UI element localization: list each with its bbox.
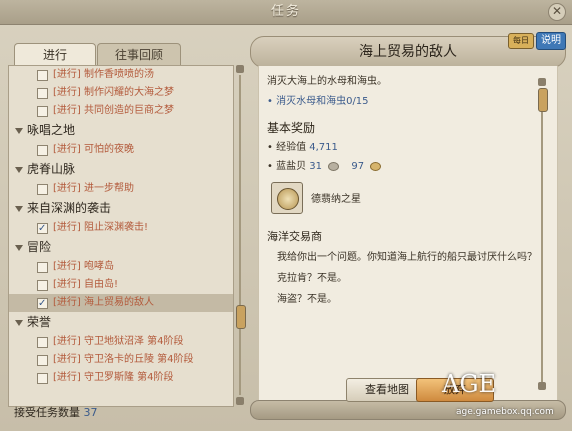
quest-item[interactable]: [进行] 海上贸易的敌人 [9, 294, 233, 313]
dialogue-line: 克拉肯？不是。 [277, 273, 347, 284]
quest-label: [进行] 共同创造的巨商之梦 [53, 105, 174, 116]
currency-silver-value: 31 [309, 161, 322, 172]
quest-detail-scroll: 消灭大海上的水母和海虫。 • 消灭水母和海虫0/15 基本奖励 • 经验值 4,… [258, 66, 558, 406]
tab-in-progress[interactable]: 进行 [14, 43, 96, 66]
category-label: 荣誉 [27, 315, 52, 329]
gold-coin-icon [370, 161, 382, 171]
quest-track-checkbox[interactable] [37, 295, 48, 313]
scroll-up-icon[interactable] [538, 78, 546, 86]
quest-objective: • 消灭水母和海虫0/15 [267, 96, 369, 107]
quest-track-checkbox[interactable] [37, 262, 48, 273]
accepted-quest-count: 接受任务数量 37 [14, 404, 98, 420]
quest-label: [进行] 守卫地狱沼泽 第4阶段 [53, 336, 184, 347]
currency-reward: • 蓝盐贝 31 97 [267, 160, 549, 174]
collapse-triangle-icon[interactable] [15, 244, 23, 251]
dialogue-line: 我给你出一个问题。你知道海上航行的船只最讨厌什么吗？ [277, 252, 537, 263]
quest-label: [进行] 守卫洛卡的丘陵 第4阶段 [53, 354, 194, 365]
quest-category[interactable]: 荣誉 [9, 312, 233, 333]
scroll-up-icon[interactable] [236, 65, 244, 73]
quest-track-checkbox[interactable] [37, 70, 48, 81]
collapse-triangle-icon[interactable] [15, 205, 23, 212]
currency-gold-value: 97 [351, 161, 365, 172]
category-label: 咏唱之地 [27, 123, 76, 137]
dialogue-line: 海盗？不是。 [277, 294, 337, 305]
quest-category[interactable]: 咏唱之地 [9, 120, 233, 141]
quest-track-checkbox[interactable] [37, 88, 48, 99]
npc-name: 海洋交易商 [267, 230, 322, 243]
quest-item[interactable]: [进行] 可怕的夜晚 [9, 141, 233, 159]
reward-header: 基本奖励 [267, 121, 316, 135]
scroll-down-icon[interactable] [538, 382, 546, 390]
daily-badge: 每日 [508, 33, 534, 49]
exp-value: 4,711 [309, 142, 338, 153]
quest-list-scrollbar[interactable] [236, 65, 246, 405]
accepted-count-label: 接受任务数量 [14, 406, 80, 419]
quest-track-checkbox[interactable] [37, 355, 48, 366]
scroll-thumb[interactable] [538, 88, 548, 112]
info-button[interactable]: 说明 [536, 32, 566, 50]
scroll-track[interactable] [239, 75, 241, 395]
quest-item[interactable]: [进行] 进一步帮助 [9, 180, 233, 198]
silver-coin-icon [328, 161, 340, 171]
quest-item[interactable]: [进行] 阻止深渊袭击! [9, 219, 233, 238]
quest-item[interactable]: [进行] 守卫地狱沼泽 第4阶段 [9, 333, 233, 351]
quest-track-checkbox[interactable] [37, 337, 48, 348]
close-icon[interactable]: ✕ [548, 3, 566, 21]
quest-label: [进行] 制作闪耀的大海之梦 [53, 87, 174, 98]
quest-label: [进行] 海上贸易的敌人 [53, 297, 154, 308]
collapse-triangle-icon[interactable] [15, 127, 23, 134]
item-reward[interactable]: 德翡纳之星 [267, 182, 549, 214]
quest-label: [进行] 制作香喷喷的汤 [53, 69, 154, 80]
quest-track-checkbox[interactable] [37, 220, 48, 238]
currency-label: • 蓝盐贝 [267, 161, 307, 172]
scroll-track[interactable] [541, 88, 543, 382]
quest-description: 消灭大海上的水母和海虫。 [267, 76, 387, 87]
quest-track-checkbox[interactable] [37, 145, 48, 156]
quest-label: [进行] 可怕的夜晚 [53, 144, 134, 155]
category-label: 来自深渊的袭击 [27, 201, 112, 215]
window-title: 任务 [0, 0, 572, 25]
quest-label: [进行] 进一步帮助 [53, 183, 134, 194]
scroll-thumb[interactable] [236, 305, 246, 329]
quest-item[interactable]: [进行] 共同创造的巨商之梦 [9, 102, 233, 120]
category-label: 冒险 [27, 240, 52, 254]
quest-item[interactable]: [进行] 自由岛! [9, 276, 233, 294]
quest-track-checkbox[interactable] [37, 106, 48, 117]
quest-item[interactable]: [进行] 制作闪耀的大海之梦 [9, 84, 233, 102]
quest-item[interactable]: [进行] 守卫罗斯隆 第4阶段 [9, 369, 233, 387]
accepted-count-value: 37 [83, 406, 98, 419]
star-medal-icon [277, 188, 299, 210]
quest-item[interactable]: [进行] 守卫洛卡的丘陵 第4阶段 [9, 351, 233, 369]
quest-label: [进行] 阻止深渊袭击! [53, 222, 148, 233]
quest-label: [进行] 守卫罗斯隆 第4阶段 [53, 372, 174, 383]
quest-label: [进行] 自由岛! [53, 279, 118, 290]
tab-history[interactable]: 往事回顾 [97, 43, 181, 66]
quest-track-checkbox[interactable] [37, 373, 48, 384]
quest-category[interactable]: 来自深渊的袭击 [9, 198, 233, 219]
quest-item[interactable]: [进行] 咆哮岛 [9, 258, 233, 276]
collapse-triangle-icon[interactable] [15, 166, 23, 173]
quest-window: 任务 ✕ 进行 往事回顾 [进行] 制作香喷喷的汤 [进行] 制作闪耀的大海之梦[… [0, 0, 572, 431]
scroll-down-icon[interactable] [236, 397, 244, 405]
quest-category[interactable]: 虎脊山脉 [9, 159, 233, 180]
collapse-triangle-icon[interactable] [15, 319, 23, 326]
item-slot[interactable] [271, 182, 303, 214]
watermark-url: age.gamebox.qq.com [456, 407, 554, 417]
quest-list-panel: 进行 往事回顾 [进行] 制作香喷喷的汤 [进行] 制作闪耀的大海之梦 [进行] 共… [8, 40, 246, 420]
watermark-logo: AGE [442, 370, 497, 398]
detail-scrollbar[interactable] [538, 78, 548, 390]
quest-track-checkbox[interactable] [37, 184, 48, 195]
quest-item[interactable]: [进行] 制作香喷喷的汤 [9, 66, 233, 84]
exp-label: • 经验值 [267, 142, 307, 153]
quest-track-checkbox[interactable] [37, 280, 48, 291]
item-name: 德翡纳之星 [311, 194, 361, 205]
quest-list: [进行] 制作香喷喷的汤 [进行] 制作闪耀的大海之梦 [进行] 共同创造的巨商之梦… [8, 65, 234, 407]
quest-category[interactable]: 冒险 [9, 237, 233, 258]
exp-reward: • 经验值 4,711 [267, 141, 549, 155]
category-label: 虎脊山脉 [27, 162, 76, 176]
quest-label: [进行] 咆哮岛 [53, 261, 114, 272]
